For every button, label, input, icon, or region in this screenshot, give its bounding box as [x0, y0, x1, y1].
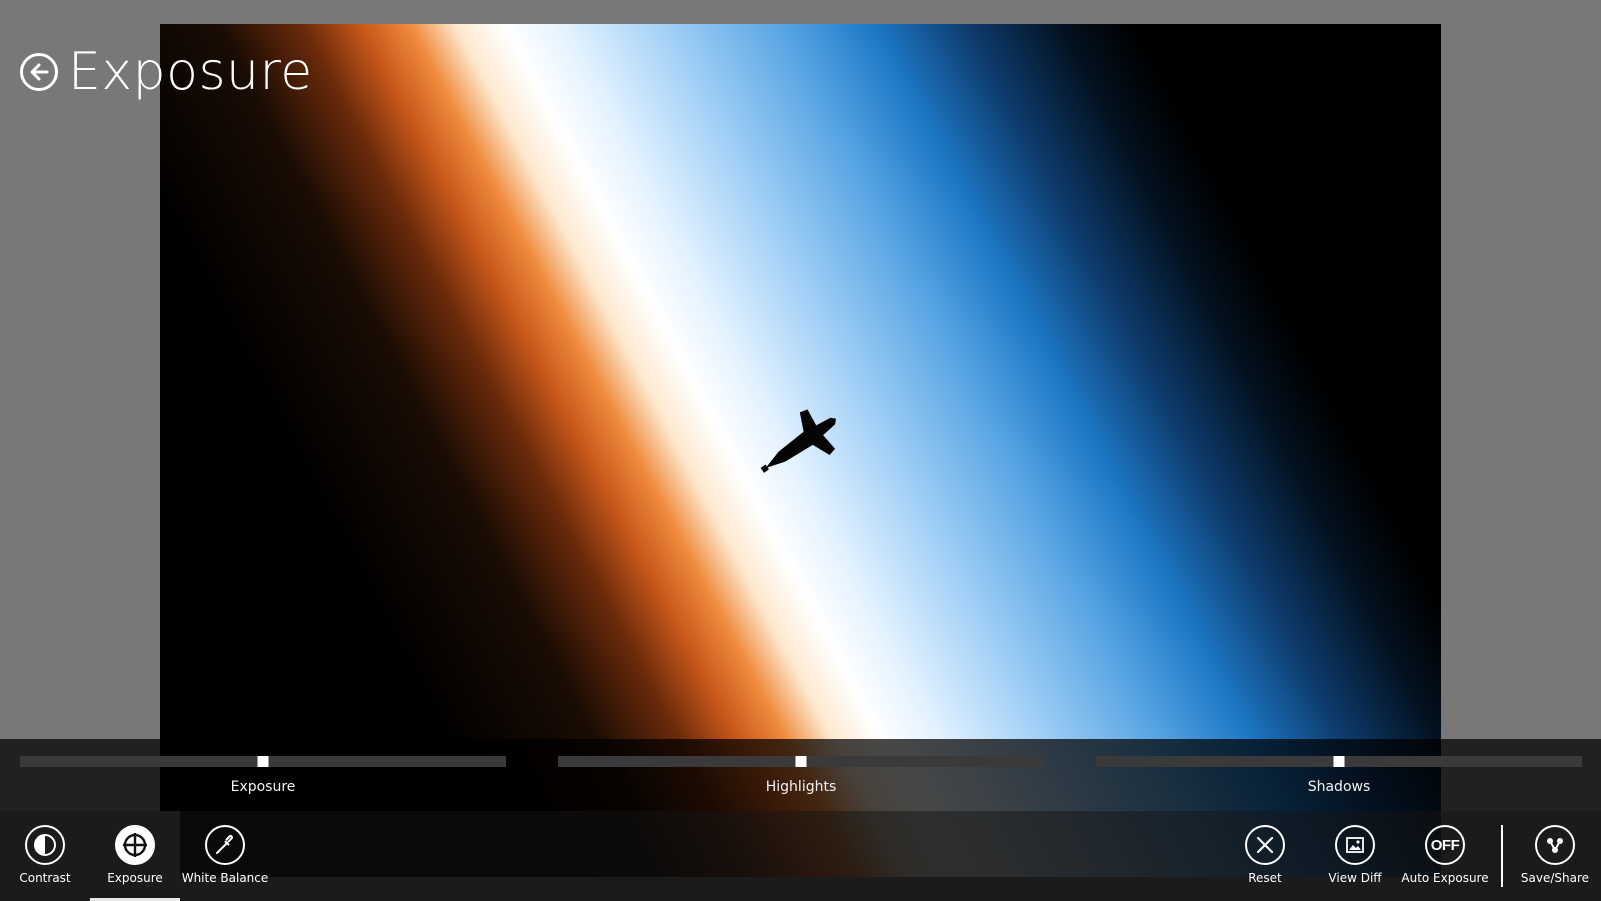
auto-exposure-label: Auto Exposure [1401, 871, 1489, 885]
auto-exposure-state: OFF [1430, 836, 1460, 854]
share-icon [1547, 838, 1563, 853]
page-header: Exposure [20, 42, 313, 102]
shadows-slider-thumb[interactable] [1333, 756, 1345, 767]
view-diff-button[interactable]: View Diff [1310, 811, 1400, 901]
exposure-label: Exposure [107, 871, 163, 885]
arrow-left-icon [30, 63, 49, 81]
highlights-slider-label: Highlights [765, 779, 837, 795]
adjustment-sliders-panel: Exposure Highlights Shadows [0, 739, 1601, 811]
contrast-label: Contrast [19, 871, 71, 885]
white-balance-label: White Balance [181, 871, 269, 885]
reset-button[interactable]: Reset [1220, 811, 1310, 901]
shadows-slider[interactable] [1096, 756, 1582, 767]
save-share-button[interactable]: Save/Share [1510, 811, 1600, 901]
eyedropper-icon [216, 834, 234, 854]
save-share-label: Save/Share [1520, 871, 1590, 885]
shadows-slider-label: Shadows [1307, 779, 1371, 795]
white-balance-button[interactable]: White Balance [180, 811, 270, 901]
reset-label: Reset [1248, 871, 1282, 885]
off-toggle-icon: OFF [1425, 825, 1465, 865]
page-title: Exposure [68, 42, 313, 102]
highlights-slider-group: Highlights [558, 756, 1044, 795]
highlights-slider[interactable] [558, 756, 1044, 767]
image-icon [1346, 837, 1364, 853]
back-button[interactable] [20, 53, 58, 91]
auto-exposure-toggle[interactable]: OFF Auto Exposure [1400, 811, 1490, 901]
exposure-slider-thumb[interactable] [257, 756, 269, 767]
exposure-slider-label: Exposure [230, 779, 296, 795]
highlights-slider-thumb[interactable] [795, 756, 807, 767]
exposure-slider-group: Exposure [20, 756, 506, 795]
contrast-icon [34, 834, 56, 856]
shadows-slider-group: Shadows [1096, 756, 1582, 795]
contrast-button[interactable]: Contrast [0, 811, 90, 901]
exposure-slider[interactable] [20, 756, 506, 767]
app-bar: Contrast Exposure White Balance Reset Vi… [0, 811, 1601, 901]
exposure-button[interactable]: Exposure [90, 811, 180, 901]
appbar-divider [1501, 825, 1503, 887]
view-diff-label: View Diff [1328, 871, 1382, 885]
close-icon [1256, 836, 1274, 854]
exposure-icon [123, 833, 147, 857]
